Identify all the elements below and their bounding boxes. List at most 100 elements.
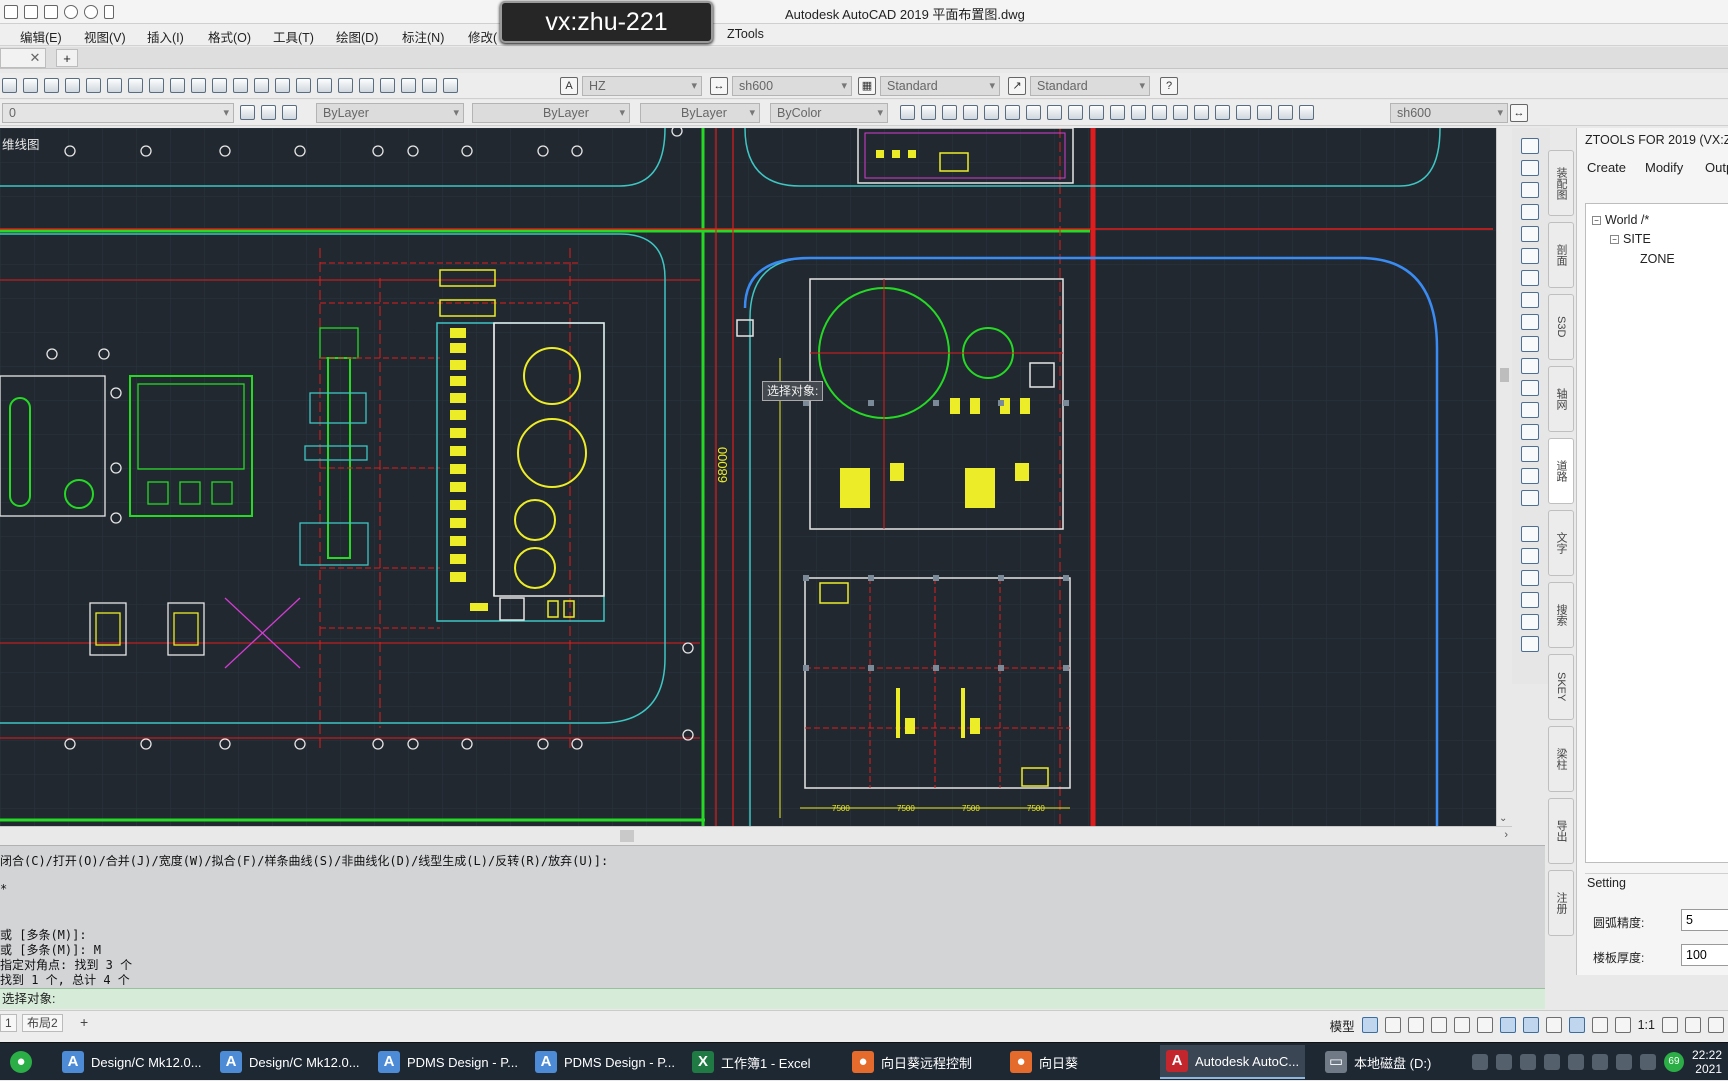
inspection-icon[interactable] <box>1215 105 1230 120</box>
annotation-scale[interactable]: 1:1 <box>1638 1018 1655 1032</box>
markup-icon[interactable] <box>401 78 416 93</box>
osnap-icon[interactable] <box>1499 1017 1516 1033</box>
snap-icon[interactable] <box>1384 1017 1401 1033</box>
vtab-7[interactable]: SKEY <box>1548 654 1574 720</box>
properties-icon[interactable] <box>317 78 332 93</box>
jogged-linear-icon[interactable] <box>1236 105 1251 120</box>
chevron-down-icon[interactable]: ⌄ <box>1499 813 1507 824</box>
notification-badge[interactable]: 69 <box>1663 1052 1684 1072</box>
join-icon[interactable] <box>1521 402 1539 418</box>
dim-diameter-icon[interactable] <box>1026 105 1041 120</box>
drawing-canvas[interactable]: 68000 7500 7500 7500 7500 维线图 选择对象: <box>0 128 1496 826</box>
match-prop-icon[interactable] <box>149 78 164 93</box>
rotate-icon[interactable] <box>1521 270 1539 286</box>
sheet-set-icon[interactable] <box>380 78 395 93</box>
menu-edit[interactable]: 编辑(E) <box>20 27 62 46</box>
chamfer-icon[interactable] <box>1521 424 1539 440</box>
new-tab-button[interactable]: + <box>56 49 78 67</box>
redo-icon[interactable] <box>212 78 227 93</box>
layout-tab-1[interactable]: 1 <box>0 1014 17 1032</box>
menu-insert[interactable]: 插入(I) <box>147 27 184 46</box>
vtab-3[interactable]: 轴网 <box>1548 366 1574 432</box>
undo-icon[interactable] <box>191 78 206 93</box>
new-icon[interactable] <box>2 78 17 93</box>
selection-cycling-icon[interactable] <box>1568 1017 1585 1033</box>
close-icon[interactable]: ✕ <box>30 50 41 66</box>
polar-icon[interactable] <box>1430 1017 1447 1033</box>
pan-icon[interactable] <box>233 78 248 93</box>
tool-palette-icon[interactable] <box>359 78 374 93</box>
quick-dim-icon[interactable] <box>1068 105 1083 120</box>
offset-icon[interactable] <box>1521 204 1539 220</box>
collapse-icon[interactable]: − <box>1610 235 1619 244</box>
explode-icon[interactable] <box>1521 490 1539 506</box>
vtab-2[interactable]: S3D <box>1548 294 1574 360</box>
taskbar-item-8[interactable]: ▭ 本地磁盘 (D:) <box>1325 1045 1431 1079</box>
wechat-button[interactable]: ● <box>10 1045 50 1079</box>
block-icon[interactable] <box>170 78 185 93</box>
layer-props-icon[interactable] <box>240 105 255 120</box>
vtab-10[interactable]: 注册 <box>1548 870 1574 936</box>
menu-modify[interactable]: 修改( <box>468 27 497 46</box>
ortho-icon[interactable] <box>1407 1017 1424 1033</box>
chevron-up-icon[interactable] <box>1495 1054 1512 1070</box>
menu-tools[interactable]: 工具(T) <box>273 27 314 46</box>
annotation-icon[interactable] <box>1591 1017 1608 1033</box>
menu-ztools[interactable]: ZTools <box>727 27 764 41</box>
table-style-select[interactable]: Standard <box>880 76 1000 96</box>
menu-draw[interactable]: 绘图(D) <box>336 27 378 46</box>
blend-icon[interactable] <box>1521 468 1539 484</box>
tab-output[interactable]: Outp <box>1705 160 1728 175</box>
scroll-thumb[interactable] <box>1500 368 1509 382</box>
customize-qat-icon[interactable] <box>104 5 114 19</box>
file-tab[interactable]: ✕ <box>0 48 46 68</box>
command-history[interactable]: 闭合(C)/打开(O)/合并(J)/宽度(W)/拟合(F)/样条曲线(S)/非曲… <box>0 845 1545 988</box>
move-icon[interactable] <box>1521 248 1539 264</box>
copy-icon[interactable] <box>107 78 122 93</box>
cloud-icon[interactable] <box>1519 1054 1536 1070</box>
dim-break-icon[interactable] <box>1152 105 1167 120</box>
text-style-select[interactable]: HZ <box>582 76 702 96</box>
trim-icon[interactable] <box>1521 336 1539 352</box>
erase-icon[interactable] <box>1521 138 1539 154</box>
plus-icon[interactable] <box>1685 1017 1701 1033</box>
clock[interactable]: 22:22 2021 <box>1692 1048 1722 1076</box>
volume-icon[interactable] <box>1615 1054 1632 1070</box>
taskbar-item-4[interactable]: X 工作簿1 - Excel <box>692 1045 811 1079</box>
network-icon[interactable] <box>1591 1054 1608 1070</box>
mirror-icon[interactable] <box>1521 182 1539 198</box>
print-icon[interactable] <box>44 5 58 19</box>
redo-icon[interactable] <box>84 5 98 19</box>
cut-icon[interactable] <box>86 78 101 93</box>
text-edit-icon[interactable] <box>1521 592 1539 608</box>
dim-continue-icon[interactable] <box>1110 105 1125 120</box>
make-current-icon[interactable] <box>261 105 276 120</box>
vtab-4[interactable]: 道路 <box>1548 438 1574 504</box>
osnap-tracking-icon[interactable] <box>1476 1017 1493 1033</box>
taskbar-item-6[interactable]: ● 向日葵 <box>1010 1045 1078 1079</box>
annotation-visibility-icon[interactable] <box>1614 1017 1631 1033</box>
horizontal-scrollbar[interactable]: › <box>0 826 1512 845</box>
model-space-button[interactable]: 模型 <box>1330 1016 1355 1035</box>
dim-arc-icon[interactable] <box>942 105 957 120</box>
dim-linear-icon[interactable] <box>900 105 915 120</box>
menu-view[interactable]: 视图(V) <box>84 27 126 46</box>
vtab-1[interactable]: 剖面 <box>1548 222 1574 288</box>
help-button[interactable]: ? <box>1160 77 1178 95</box>
add-layout-button[interactable]: + <box>76 1014 92 1032</box>
taskbar-item-3[interactable]: A PDMS Design - P... <box>535 1045 675 1079</box>
color-select[interactable]: ByLayer <box>316 103 464 123</box>
sunflower-tray-icon[interactable] <box>1543 1054 1560 1070</box>
tolerance-icon[interactable] <box>1173 105 1188 120</box>
design-center-icon[interactable] <box>338 78 353 93</box>
dim-style-select-2[interactable]: sh600 <box>1390 103 1508 123</box>
taskbar-item-2[interactable]: A PDMS Design - P... <box>378 1045 518 1079</box>
calculator-icon[interactable] <box>422 78 437 93</box>
new-icon[interactable] <box>4 5 18 19</box>
microphone-icon[interactable] <box>1567 1054 1584 1070</box>
layer-prev-icon[interactable] <box>282 105 297 120</box>
command-input[interactable]: 选择对象: <box>0 988 1545 1009</box>
paste-icon[interactable] <box>128 78 143 93</box>
save-icon[interactable] <box>44 78 59 93</box>
tab-create[interactable]: Create <box>1587 160 1626 175</box>
